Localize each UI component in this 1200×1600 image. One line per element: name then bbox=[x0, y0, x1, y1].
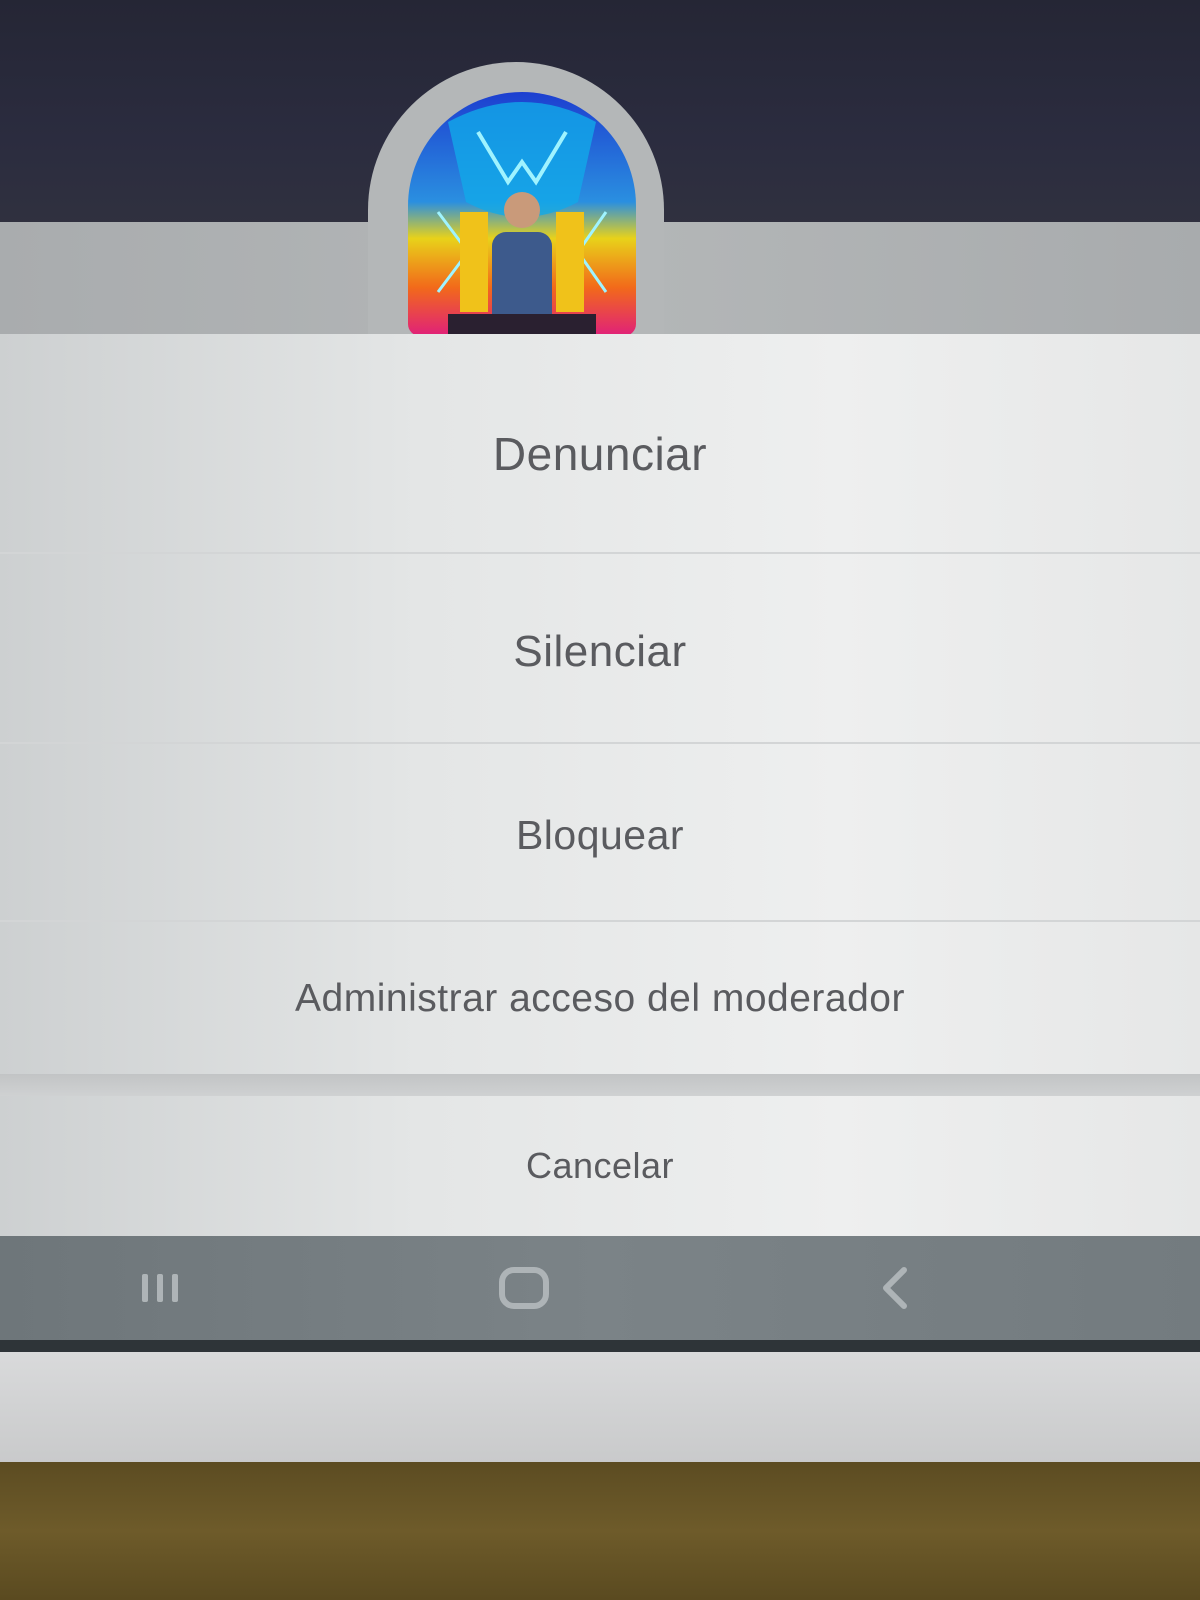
device-frame bbox=[0, 1352, 1200, 1462]
cancel-label: Cancelar bbox=[525, 1145, 675, 1186]
mute-label: Silenciar bbox=[513, 627, 687, 676]
manage-moderator-access-option[interactable]: Administrar acceso del moderador bbox=[0, 924, 1200, 1074]
cancel-button[interactable]: Cancelar bbox=[0, 1096, 1200, 1236]
system-navigation-bar bbox=[0, 1236, 1200, 1340]
report-label: Denunciar bbox=[492, 428, 708, 480]
profile-photo-icon bbox=[408, 92, 636, 336]
recents-icon bbox=[142, 1274, 178, 1302]
block-label: Bloquear bbox=[515, 811, 685, 858]
divider bbox=[0, 552, 1200, 554]
avatar bbox=[408, 92, 636, 336]
mute-option[interactable]: Silenciar bbox=[0, 556, 1200, 748]
divider bbox=[0, 742, 1200, 744]
divider bbox=[0, 920, 1200, 922]
report-option[interactable]: Denunciar bbox=[0, 356, 1200, 552]
back-icon bbox=[883, 1267, 907, 1309]
home-button[interactable] bbox=[464, 1236, 584, 1340]
back-button[interactable] bbox=[836, 1236, 956, 1340]
recents-button[interactable] bbox=[100, 1236, 220, 1340]
manage-moderator-access-label: Administrar acceso del moderador bbox=[295, 977, 905, 1020]
desk-surface bbox=[0, 1462, 1200, 1600]
group-separator bbox=[0, 1074, 1200, 1096]
device-bezel bbox=[0, 1340, 1200, 1352]
block-option[interactable]: Bloquear bbox=[0, 746, 1200, 924]
home-icon bbox=[499, 1267, 549, 1309]
